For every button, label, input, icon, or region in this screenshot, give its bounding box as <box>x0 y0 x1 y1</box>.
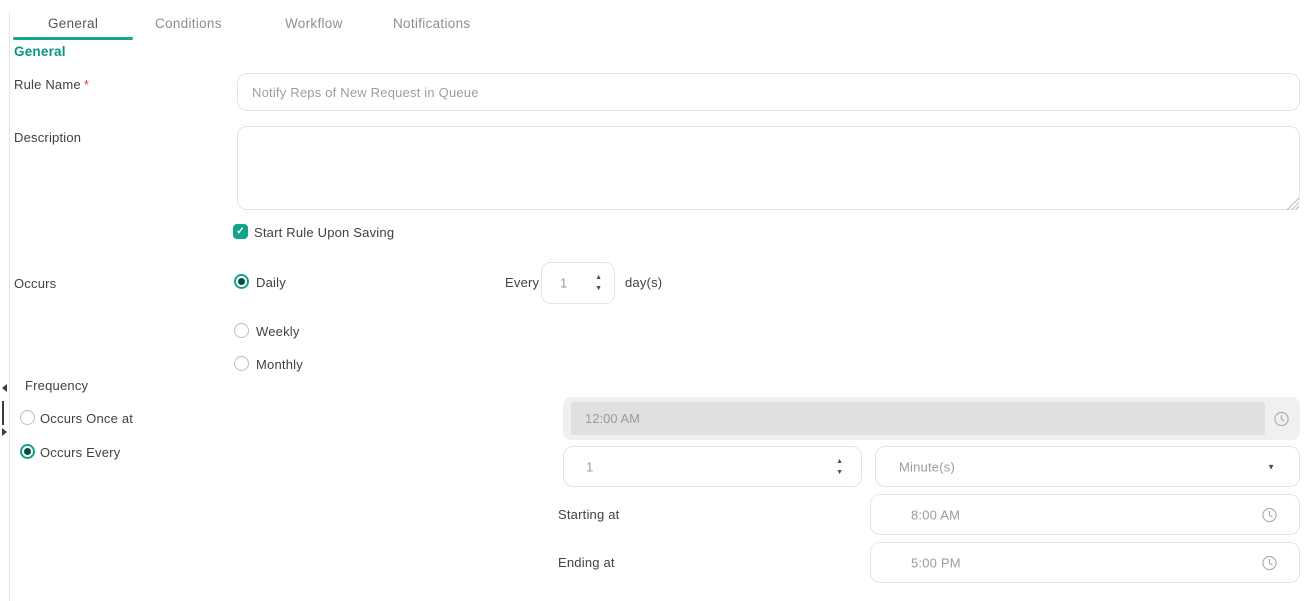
frequency-label: Frequency <box>25 378 89 393</box>
ending-at-label: Ending at <box>558 555 615 570</box>
radio-daily-label[interactable]: Daily <box>256 275 286 290</box>
ending-at-value[interactable]: 5:00 PM <box>911 555 961 570</box>
rule-editor-page: General Conditions Workflow Notification… <box>0 0 1311 601</box>
description-label: Description <box>14 130 82 145</box>
clock-icon[interactable] <box>1262 555 1277 570</box>
occurs-label: Occurs <box>14 276 57 291</box>
once-time-field: 12:00 AM <box>563 397 1300 440</box>
clock-icon[interactable] <box>1262 507 1277 522</box>
days-suffix-label: day(s) <box>625 275 663 290</box>
rule-name-label-text: Rule Name <box>14 77 81 92</box>
chevron-down-icon: ▼ <box>1267 462 1275 471</box>
radio-monthly[interactable] <box>234 356 249 371</box>
radio-daily[interactable] <box>234 274 249 289</box>
radio-weekly[interactable] <box>234 323 249 338</box>
daily-interval-value[interactable]: 1 <box>560 276 567 291</box>
radio-occurs-once[interactable] <box>20 410 35 425</box>
radio-occurs-every[interactable] <box>20 444 35 459</box>
radio-occurs-every-label[interactable]: Occurs Every <box>40 445 120 460</box>
checkmark-icon: ✓ <box>236 225 245 237</box>
starting-at-value[interactable]: 8:00 AM <box>911 507 960 522</box>
interval-unit-select[interactable]: Minute(s) ▼ <box>875 446 1300 487</box>
radio-weekly-label[interactable]: Weekly <box>256 324 300 339</box>
tab-workflow[interactable]: Workflow <box>285 16 343 31</box>
starting-at-label: Starting at <box>558 507 620 522</box>
expand-right-icon[interactable] <box>2 428 7 436</box>
rule-name-input[interactable] <box>237 73 1300 111</box>
rule-name-label: Rule Name * <box>14 77 89 92</box>
clock-icon <box>1274 411 1289 426</box>
start-rule-checkbox[interactable]: ✓ <box>233 224 248 239</box>
radio-monthly-label[interactable]: Monthly <box>256 357 303 372</box>
daily-interval-stepper[interactable]: 1 ▲ ▼ <box>541 262 615 304</box>
stepper-up-icon[interactable]: ▲ <box>836 458 843 465</box>
section-heading: General <box>14 44 66 59</box>
stepper-down-icon[interactable]: ▼ <box>836 469 843 476</box>
radio-occurs-once-label[interactable]: Occurs Once at <box>40 411 133 426</box>
once-time-value: 12:00 AM <box>571 402 1265 435</box>
active-tab-indicator <box>13 37 133 40</box>
ending-at-field[interactable]: 5:00 PM <box>870 542 1300 583</box>
starting-at-field[interactable]: 8:00 AM <box>870 494 1300 535</box>
tab-general[interactable]: General <box>48 16 98 31</box>
tab-conditions[interactable]: Conditions <box>155 16 222 31</box>
every-prefix-label: Every <box>505 275 540 290</box>
stepper-up-icon[interactable]: ▲ <box>595 274 602 281</box>
splitter-handle[interactable] <box>2 401 4 425</box>
panel-divider <box>9 12 10 601</box>
every-interval-value[interactable]: 1 <box>586 459 593 474</box>
interval-unit-value: Minute(s) <box>899 459 955 474</box>
stepper-down-icon[interactable]: ▼ <box>595 285 602 292</box>
start-rule-label: Start Rule Upon Saving <box>254 225 395 240</box>
tab-notifications[interactable]: Notifications <box>393 16 470 31</box>
collapse-left-icon[interactable] <box>2 384 7 392</box>
description-textarea[interactable] <box>237 126 1300 210</box>
required-asterisk: * <box>83 77 90 92</box>
every-interval-stepper[interactable]: 1 ▲ ▼ <box>563 446 862 487</box>
